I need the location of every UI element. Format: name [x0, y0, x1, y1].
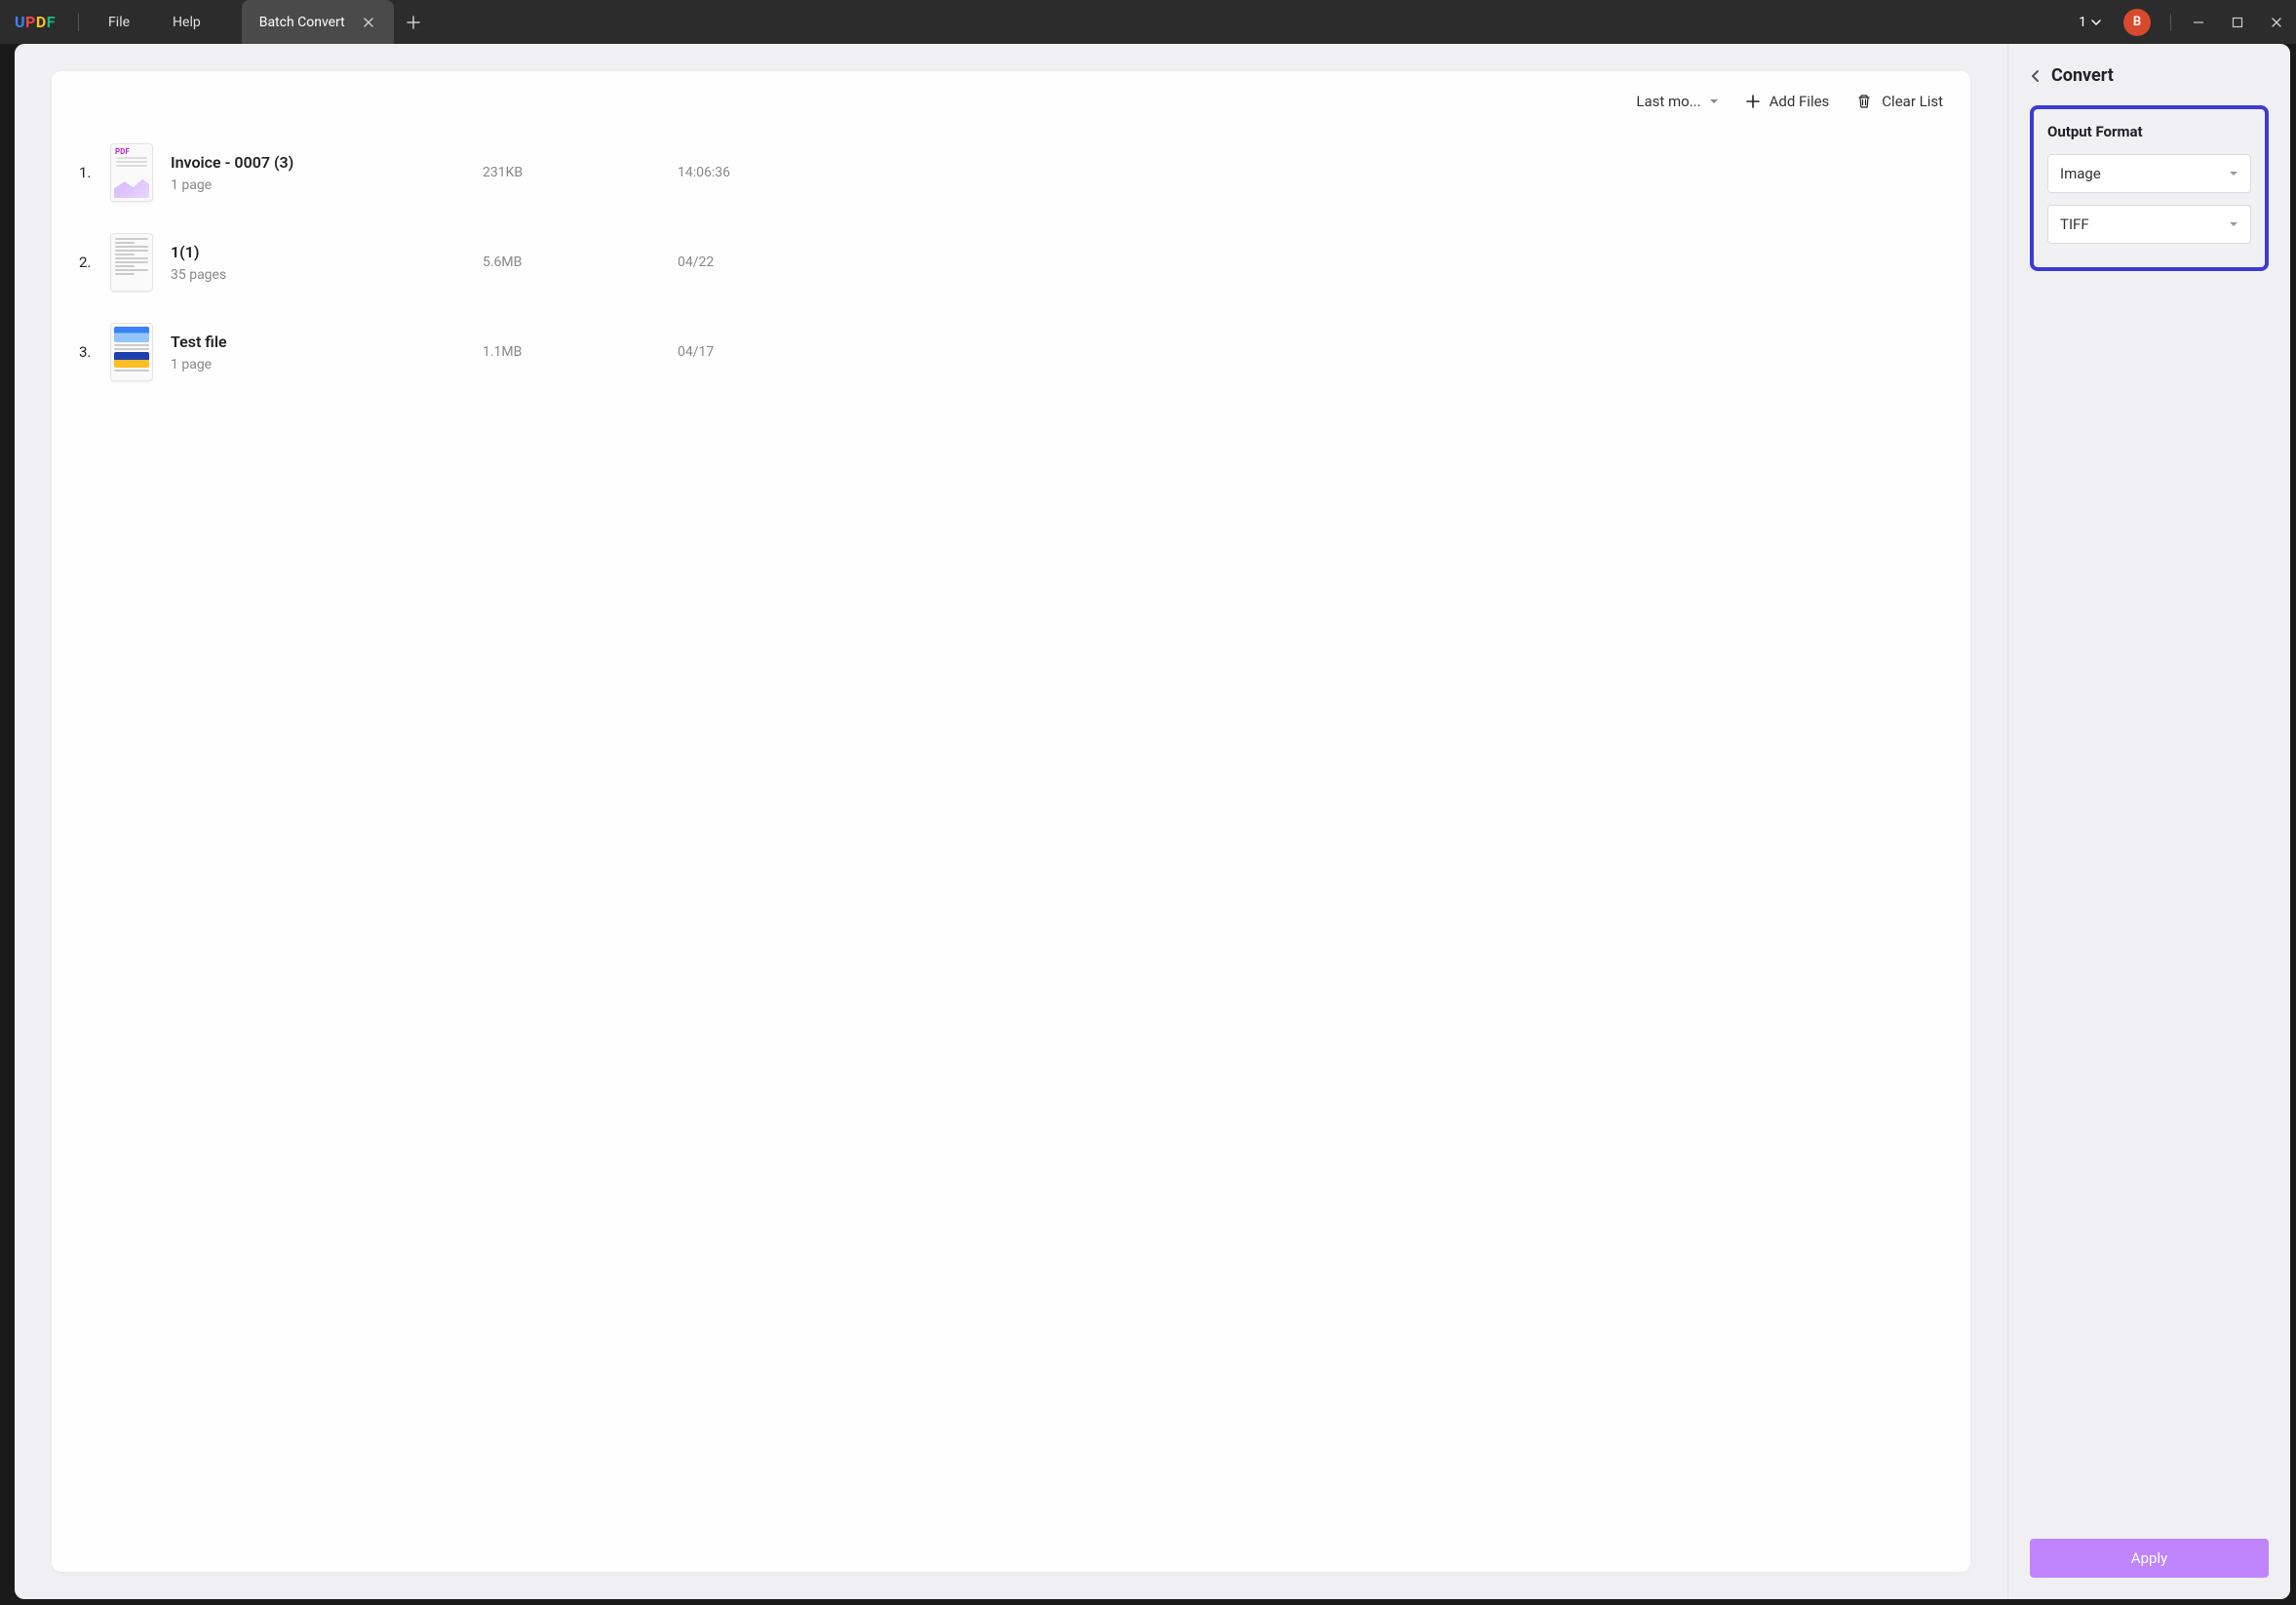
file-pages: 35 pages — [171, 267, 483, 283]
file-index: 3. — [79, 343, 110, 361]
convert-side-panel: Convert Output Format Image TIFF Apply — [2007, 44, 2290, 1599]
side-header: Convert — [2030, 65, 2269, 86]
file-thumbnail — [110, 233, 153, 292]
file-date: 04/17 — [678, 344, 834, 360]
close-tab-icon[interactable] — [361, 15, 376, 30]
maximize-button[interactable] — [2218, 0, 2257, 44]
workspace: Last mo... Add Files Clear List 1.PDF Inv… — [15, 44, 2290, 1599]
app-logo: UPDF — [0, 13, 70, 31]
file-meta: 1(1) 35 pages — [171, 243, 483, 283]
file-list-panel: Last mo... Add Files Clear List 1.PDF Inv… — [52, 71, 1970, 1572]
back-button[interactable] — [2030, 68, 2042, 84]
file-meta: Invoice - 0007 (3) 1 page — [171, 153, 483, 193]
file-pages: 1 page — [171, 177, 483, 193]
main-area: Last mo... Add Files Clear List 1.PDF Inv… — [15, 44, 2007, 1599]
image-subtype-value: TIFF — [2060, 215, 2089, 233]
caret-down-icon — [2229, 219, 2238, 229]
trash-icon — [1856, 94, 1872, 109]
titlebar-right: 1 B — [2069, 0, 2296, 44]
file-date: 04/22 — [678, 254, 834, 270]
image-subtype-select[interactable]: TIFF — [2047, 205, 2251, 244]
tab-strip: Batch Convert — [242, 0, 433, 44]
document-count-dropdown[interactable]: 1 — [2069, 15, 2112, 30]
user-avatar[interactable]: B — [2123, 9, 2151, 36]
file-thumbnail — [110, 323, 153, 381]
plus-icon — [1746, 95, 1760, 108]
add-files-label: Add Files — [1770, 93, 1830, 110]
caret-down-icon — [1709, 97, 1719, 106]
file-index: 1. — [79, 164, 110, 181]
output-format-box: Output Format Image TIFF — [2030, 105, 2269, 271]
file-row[interactable]: 2. 1(1) 35 pages5.6MB04/22 — [75, 217, 1947, 307]
sort-label: Last mo... — [1636, 93, 1700, 110]
title-bar: UPDF File Help Batch Convert 1 B — [0, 0, 2296, 44]
add-tab-button[interactable] — [394, 0, 433, 44]
close-window-button[interactable] — [2257, 0, 2296, 44]
file-size: 1.1MB — [483, 344, 678, 360]
minimize-button[interactable] — [2179, 0, 2218, 44]
file-row[interactable]: 3. Test file 1 page1.1MB04/17 — [75, 307, 1947, 397]
side-title: Convert — [2051, 65, 2114, 86]
chevron-down-icon — [2090, 17, 2102, 28]
sort-dropdown[interactable]: Last mo... — [1636, 93, 1718, 110]
file-title: Test file — [171, 333, 483, 351]
file-title: Invoice - 0007 (3) — [171, 153, 483, 172]
file-size: 231KB — [483, 165, 678, 180]
file-meta: Test file 1 page — [171, 333, 483, 372]
divider — [2170, 14, 2171, 31]
output-format-label: Output Format — [2047, 123, 2251, 140]
file-title: 1(1) — [171, 243, 483, 261]
file-thumbnail: PDF — [110, 143, 153, 202]
list-toolbar: Last mo... Add Files Clear List — [75, 87, 1947, 128]
format-type-select[interactable]: Image — [2047, 154, 2251, 193]
menu-file[interactable]: File — [87, 0, 151, 44]
file-date: 14:06:36 — [678, 165, 834, 180]
clear-list-button[interactable]: Clear List — [1856, 93, 1943, 110]
clear-list-label: Clear List — [1882, 93, 1943, 110]
divider — [78, 14, 79, 31]
file-pages: 1 page — [171, 357, 483, 372]
tab-batch-convert[interactable]: Batch Convert — [242, 0, 394, 44]
add-files-button[interactable]: Add Files — [1746, 93, 1830, 110]
file-size: 5.6MB — [483, 254, 678, 270]
file-index: 2. — [79, 254, 110, 271]
tab-label: Batch Convert — [259, 15, 345, 30]
window-controls — [2179, 0, 2296, 44]
file-row[interactable]: 1.PDF Invoice - 0007 (3) 1 page231KB14:06:… — [75, 128, 1947, 217]
menu-help[interactable]: Help — [151, 0, 222, 44]
document-count: 1 — [2079, 15, 2086, 30]
apply-button[interactable]: Apply — [2030, 1539, 2269, 1578]
caret-down-icon — [2229, 169, 2238, 178]
format-type-value: Image — [2060, 165, 2101, 182]
